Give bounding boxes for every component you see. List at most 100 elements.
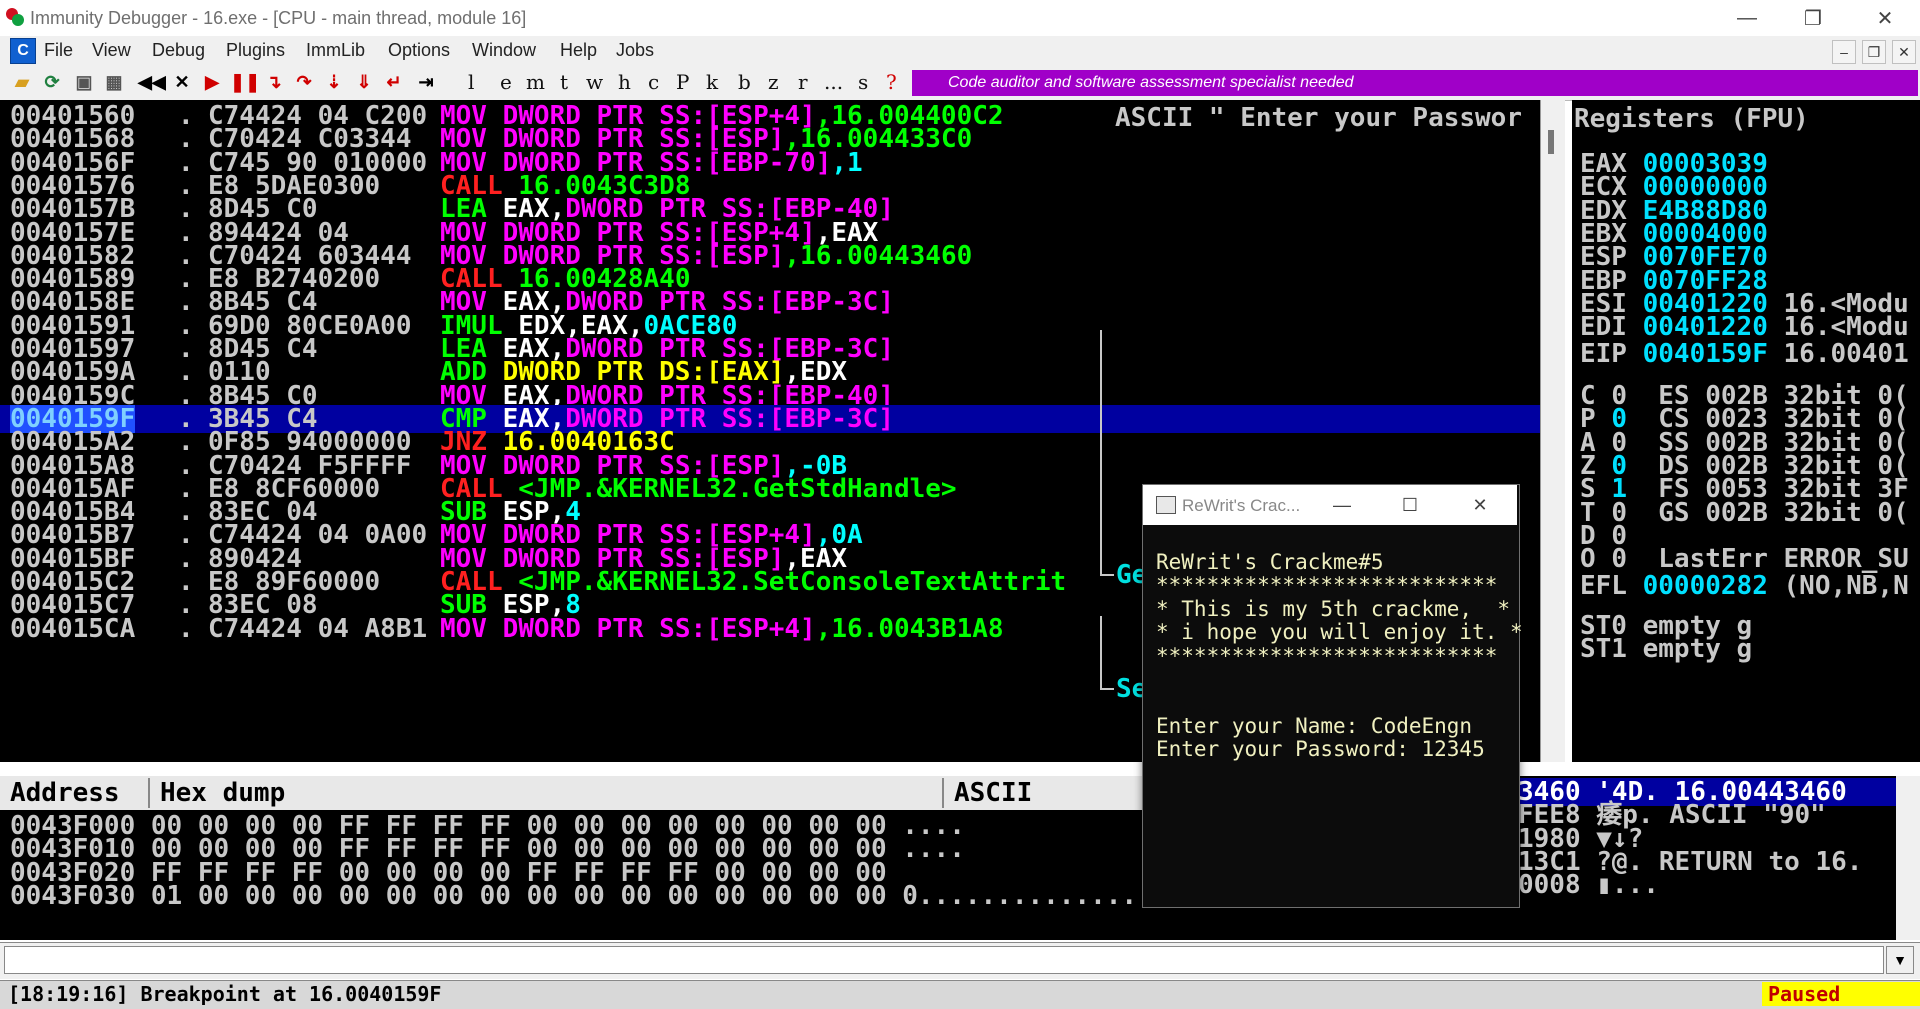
dump-address: 0043F030 xyxy=(10,880,151,911)
register-value: 0040159F xyxy=(1642,339,1768,369)
console-maximize-button[interactable]: ☐ xyxy=(1386,490,1434,520)
status-message: [18:19:16] Breakpoint at 16.0040159F xyxy=(8,982,442,1006)
dump-row[interactable]: 0043F030 01 00 00 00 00 00 00 00 00 00 0… xyxy=(10,882,1153,910)
row-marker: . xyxy=(178,613,194,644)
stack-scrollbar[interactable] xyxy=(1896,776,1920,940)
dump-hex: 01 00 00 00 00 00 00 00 00 00 00 00 00 0… xyxy=(150,880,903,911)
register-annotation: 16.<Modu xyxy=(1767,312,1909,343)
dump-hex-column-header[interactable]: Hex dump xyxy=(150,778,944,808)
close-button[interactable]: ✕ xyxy=(1856,0,1914,36)
toolbar-z-button[interactable]: z xyxy=(768,70,779,94)
python-shell-icon[interactable]: ▦ xyxy=(102,70,126,94)
console-title: ReWrit's Crac... xyxy=(1182,496,1301,515)
toolbar-run-trace-button[interactable]: ... xyxy=(824,70,843,94)
mdi-close-button[interactable]: ✕ xyxy=(1892,40,1916,64)
toolbar-source-button[interactable]: s xyxy=(858,70,868,94)
minimize-icon: — xyxy=(1737,6,1757,29)
command-input[interactable] xyxy=(4,946,1884,974)
cpu-window-icon[interactable]: C xyxy=(10,38,36,64)
dump-address-column-header[interactable]: Address xyxy=(0,778,150,808)
fpu-register-row[interactable]: ST1 empty g xyxy=(1580,635,1752,663)
step-into-icon[interactable]: ↴ xyxy=(262,70,286,94)
menu-debug[interactable]: Debug xyxy=(152,40,205,61)
menu-help[interactable]: Help xyxy=(560,40,597,61)
flag-name: O xyxy=(1580,544,1612,575)
branch-line xyxy=(1100,688,1114,690)
maximize-icon: ☐ xyxy=(1401,495,1419,515)
status-badge: Paused xyxy=(1762,982,1920,1006)
close-debuggee-icon[interactable]: ▣ xyxy=(72,70,96,94)
restart-icon[interactable]: ⟳ xyxy=(40,70,64,94)
flag-row[interactable]: O 0 LastErr ERROR_SU xyxy=(1580,545,1909,573)
trace-over-icon[interactable]: ⇓ xyxy=(352,70,376,94)
goto-icon[interactable]: ⇥ xyxy=(414,70,438,94)
registers-header[interactable]: Registers (FPU) xyxy=(1574,104,1809,134)
flag-value: 0 xyxy=(1611,544,1627,575)
minimize-icon: — xyxy=(1333,495,1351,515)
register-value: 00000282 xyxy=(1642,571,1768,601)
close-icon: ✕ xyxy=(1472,495,1488,515)
console-line: ReWrit's Crackme#5 xyxy=(1156,550,1384,574)
pause-icon[interactable]: ❚❚ xyxy=(230,70,260,94)
rewind-icon[interactable]: ◀◀ xyxy=(138,70,166,94)
menu-immlib[interactable]: ImmLib xyxy=(306,40,365,61)
stack-row[interactable]: 0008 ▮... xyxy=(1518,871,1659,899)
flag-row[interactable]: T 0 GS 002B 32bit 0( xyxy=(1580,499,1909,527)
toolbar-breakpoints-button[interactable]: b xyxy=(738,70,751,94)
segment-info: LastErr ERROR_SU xyxy=(1626,544,1909,575)
dump-ascii: 0............... xyxy=(902,880,1153,911)
advert-banner[interactable]: Code auditor and software assessment spe… xyxy=(912,70,1918,96)
maximize-button[interactable]: ❐ xyxy=(1784,0,1842,36)
register-name: EFL xyxy=(1580,571,1643,601)
stack-value: 0008 xyxy=(1518,870,1597,901)
toolbar-memory-button[interactable]: m xyxy=(526,70,545,94)
menu-view[interactable]: View xyxy=(92,40,131,61)
execute-till-return-icon[interactable]: ↵ xyxy=(382,70,406,94)
efl-register-row[interactable]: EFL 00000282 (NO,NB,N xyxy=(1580,572,1909,600)
window-title: Immunity Debugger - 16.exe - [CPU - main… xyxy=(30,8,527,28)
mdi-minimize-button[interactable]: – xyxy=(1832,40,1856,64)
menu-file[interactable]: File xyxy=(44,40,73,61)
register-name: EDI xyxy=(1580,312,1643,343)
minimize-button[interactable]: — xyxy=(1718,0,1776,36)
mdi-restore-button[interactable]: ❐ xyxy=(1862,40,1886,64)
toolbar-log-button[interactable]: l xyxy=(468,70,474,94)
toolbar-executable-modules-button[interactable]: e xyxy=(500,70,512,94)
console-icon xyxy=(1156,496,1176,514)
open-icon[interactable]: ▰ xyxy=(10,70,34,94)
register-row[interactable]: EDI 00401220 16.<Modu xyxy=(1580,313,1909,341)
menu-jobs[interactable]: Jobs xyxy=(616,40,654,61)
step-over-icon[interactable]: ↷ xyxy=(292,70,316,94)
terminate-icon[interactable]: ✕ xyxy=(170,70,194,94)
menu-options[interactable]: Options xyxy=(388,40,450,61)
toolbar-patches-button[interactable]: P xyxy=(676,70,689,94)
toolbar-handles-button[interactable]: h xyxy=(618,70,631,94)
toolbar-call-stack-button[interactable]: k xyxy=(706,70,718,94)
console-window[interactable] xyxy=(1142,484,1520,908)
eip-register-row[interactable]: EIP 0040159F 16.00401 xyxy=(1580,340,1909,368)
console-line: *************************** xyxy=(1156,573,1498,598)
disassembly-scrollbar[interactable] xyxy=(1540,100,1565,762)
command-history-dropdown[interactable]: ▼ xyxy=(1886,946,1914,974)
menu-window[interactable]: Window xyxy=(472,40,536,61)
console-close-button[interactable]: ✕ xyxy=(1456,490,1504,520)
branch-line xyxy=(1100,616,1102,688)
run-icon[interactable]: ▶ xyxy=(200,70,224,94)
register-annotation: 16.00401 xyxy=(1767,339,1909,369)
console-line: Enter your Password: 12345 xyxy=(1156,737,1485,762)
instruction-operand: DWORD PTR xyxy=(502,614,644,643)
menu-plugins[interactable]: Plugins xyxy=(226,40,285,61)
toolbar-threads-button[interactable]: t xyxy=(560,70,568,94)
disassembly-scroll-thumb[interactable] xyxy=(1548,130,1554,154)
console-minimize-button[interactable]: — xyxy=(1318,490,1366,520)
disassembly-comment: ASCII " Enter your Passwor xyxy=(1115,103,1522,133)
registers-pane[interactable]: EAX 00003039 ECX 00000000 EDX E4B88D80 EBX … xyxy=(1572,100,1920,762)
toolbar-references-button[interactable]: r xyxy=(798,70,808,94)
toolbar-help-button[interactable]: ? xyxy=(886,70,897,94)
toolbar-cpu-button[interactable]: c xyxy=(648,70,659,94)
chevron-down-icon: ▼ xyxy=(1893,952,1907,968)
trace-into-icon[interactable]: ⇣ xyxy=(322,70,346,94)
register-annotation: (NO,NB,N xyxy=(1767,571,1909,601)
toolbar-windows-button[interactable]: w xyxy=(586,70,603,94)
console-line: * i hope you will enjoy it. * xyxy=(1156,620,1523,645)
